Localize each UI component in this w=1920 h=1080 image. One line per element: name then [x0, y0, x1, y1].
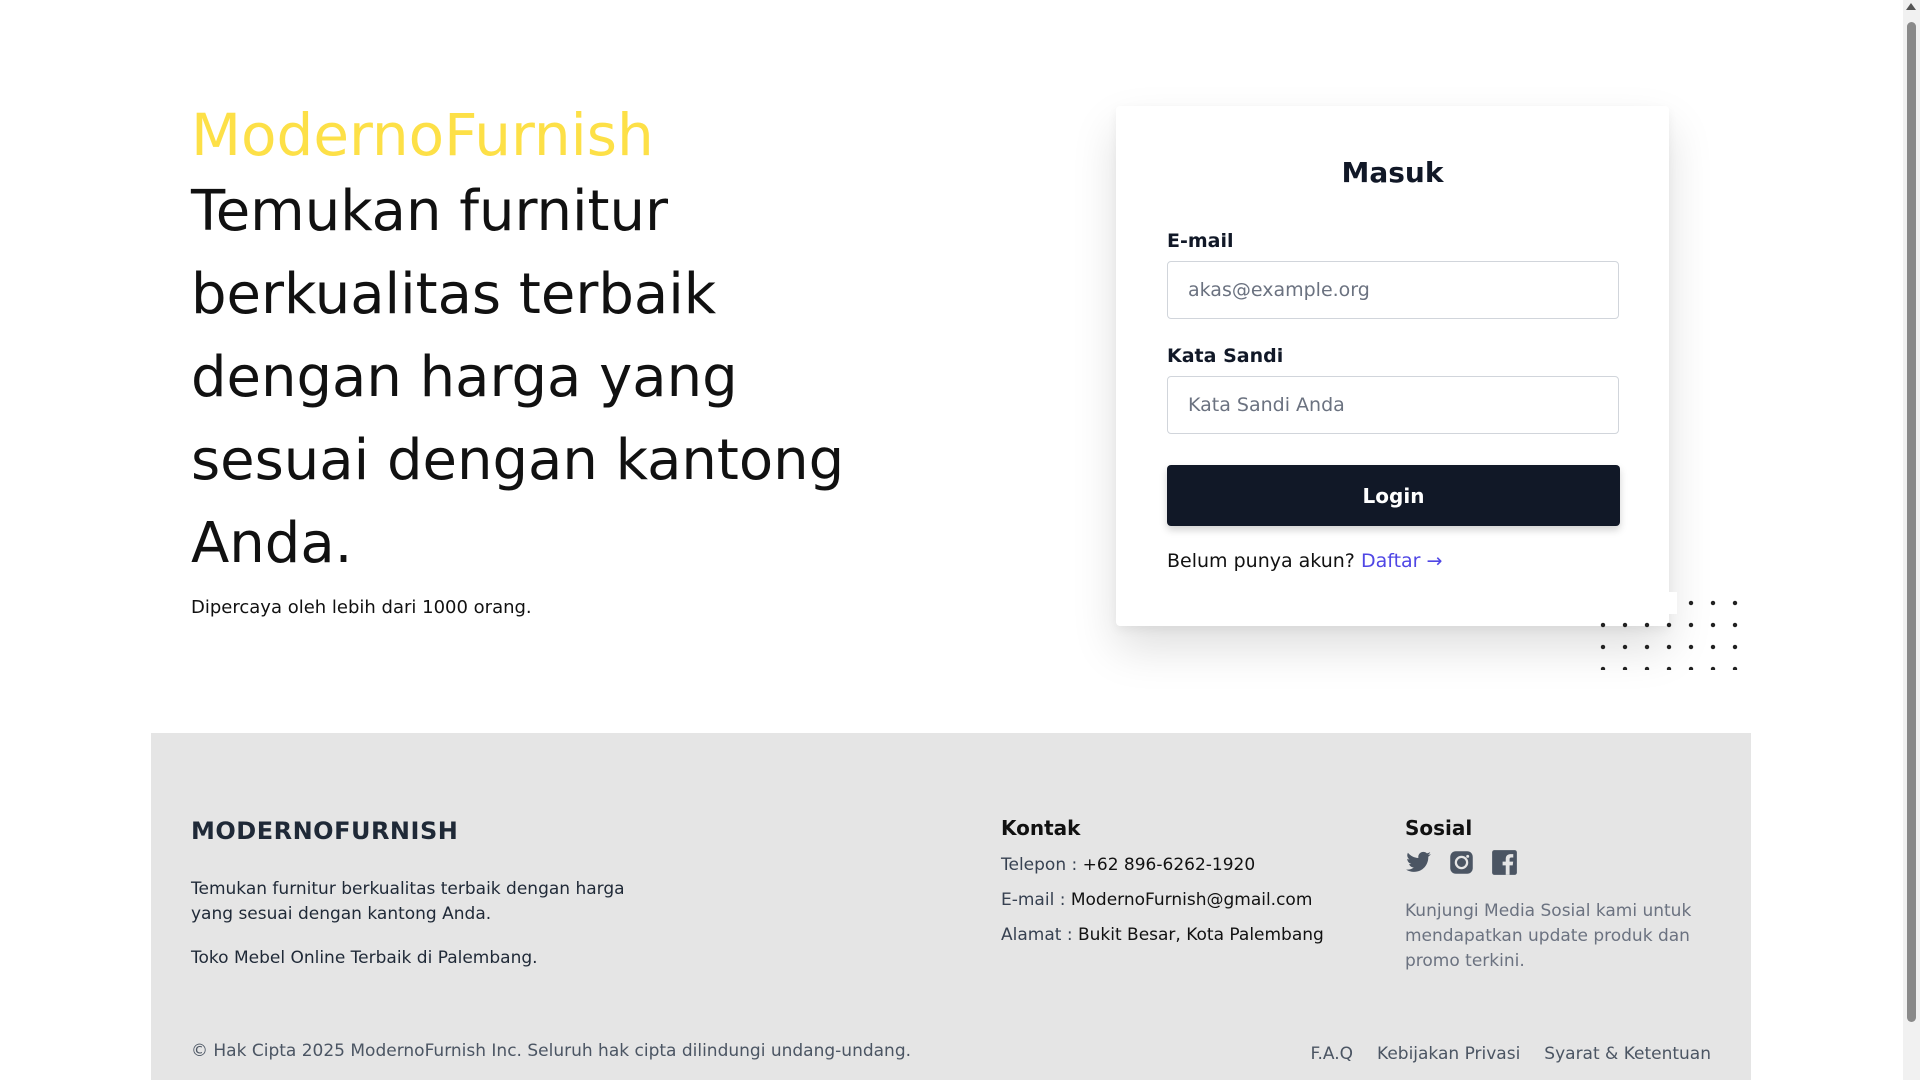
password-field[interactable]	[1167, 376, 1619, 434]
footer: MODERNOFURNISH Temukan furnitur berkuali…	[151, 733, 1751, 1080]
footer-description: Temukan furnitur berkualitas terbaik den…	[191, 879, 625, 924]
contact-heading: Kontak	[1001, 816, 1081, 840]
email-label-footer: E-mail :	[1001, 890, 1066, 910]
vertical-scrollbar[interactable]	[1903, 0, 1920, 1080]
social-heading: Sosial	[1405, 816, 1473, 840]
login-card: Masuk E-mail Kata Sandi Login Belum puny…	[1116, 106, 1669, 626]
scrollbar-thumb[interactable]	[1907, 22, 1916, 1022]
signup-prompt: Belum punya akun? Daftar →	[1167, 550, 1442, 572]
address-value: Bukit Besar, Kota Palembang	[1077, 925, 1324, 945]
scroll-up-icon[interactable]	[1906, 3, 1916, 10]
faq-link[interactable]: F.A.Q	[1310, 1044, 1353, 1064]
password-label: Kata Sandi	[1167, 345, 1284, 367]
contact-phone: Telepon : +62 896-6262-1920	[1001, 855, 1255, 875]
social-note: Kunjungi Media Sosial kami untuk mendapa…	[1405, 901, 1692, 971]
contact-email: E-mail : ModernoFurnish@gmail.com	[1001, 890, 1312, 910]
register-link[interactable]: Daftar →	[1361, 550, 1443, 572]
contact-address: Alamat : Bukit Besar, Kota Palembang	[1001, 925, 1324, 945]
email-field[interactable]	[1167, 261, 1619, 319]
terms-link[interactable]: Syarat & Ketentuan	[1544, 1044, 1711, 1064]
facebook-icon[interactable]	[1491, 849, 1518, 876]
brand-title: ModernoFurnish	[191, 101, 654, 169]
address-label: Alamat :	[1001, 925, 1073, 945]
email-label: E-mail	[1167, 230, 1234, 252]
hero-section: ModernoFurnish Temukan furnitur berkuali…	[191, 100, 891, 618]
login-title: Masuk	[1341, 156, 1444, 189]
footer-brand: MODERNOFURNISH	[191, 817, 459, 845]
privacy-policy-link[interactable]: Kebijakan Privasi	[1377, 1044, 1520, 1064]
footer-links: F.A.Q Kebijakan Privasi Syarat & Ketentu…	[1310, 1044, 1711, 1064]
phone-value: +62 896-6262-1920	[1082, 855, 1256, 875]
dot-pattern-mask	[1592, 592, 1677, 614]
hero-headline: Temukan furnitur berkualitas terbaik den…	[191, 179, 845, 576]
trust-text: Dipercaya oleh lebih dari 1000 orang.	[191, 597, 532, 618]
social-icons	[1405, 849, 1518, 876]
login-button[interactable]: Login	[1167, 465, 1620, 526]
signup-prompt-text: Belum punya akun?	[1167, 550, 1355, 572]
instagram-icon[interactable]	[1448, 849, 1475, 876]
footer-tagline: Toko Mebel Online Terbaik di Palembang.	[191, 948, 538, 968]
email-value: ModernoFurnish@gmail.com	[1070, 890, 1313, 910]
copyright: © Hak Cipta 2025 ModernoFurnish Inc. Sel…	[191, 1041, 912, 1061]
phone-label: Telepon :	[1001, 855, 1078, 875]
twitter-icon[interactable]	[1405, 849, 1432, 876]
